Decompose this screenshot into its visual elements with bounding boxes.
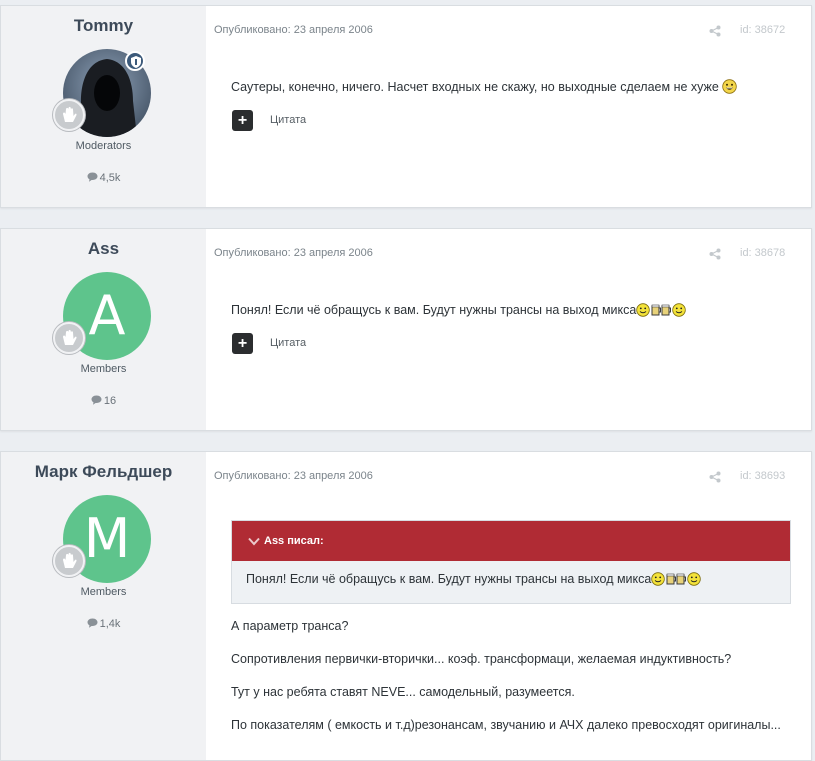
post-content: Саутеры, конечно, ничего. Насчет входных… <box>231 78 789 96</box>
post-date[interactable]: Опубликовано: 23 апреля 2006 <box>214 470 373 482</box>
plus-icon[interactable]: + <box>232 333 253 354</box>
beer-mugs-icon <box>651 304 672 316</box>
smiley-icon <box>722 79 738 94</box>
smiley-icon <box>651 572 666 586</box>
group-name: Moderators <box>75 140 132 152</box>
post-paragraph: Тут у нас ребята ставят NEVE... самодель… <box>231 685 575 699</box>
group-name: Members <box>80 363 127 375</box>
post-id[interactable]: id: 38678 <box>740 247 785 259</box>
post-card: Tommy Moderators 4,5k Опубликовано: 23 а… <box>0 5 812 208</box>
rank-badge-icon <box>53 545 85 577</box>
share-icon[interactable] <box>709 25 721 37</box>
post-content: А параметр транса? Сопротивления первичк… <box>231 618 789 750</box>
author-panel: Ass A Members 16 <box>1 229 206 430</box>
post-date[interactable]: Опубликовано: 23 апреля 2006 <box>214 247 373 259</box>
plus-icon[interactable]: + <box>232 110 253 131</box>
post-id[interactable]: id: 38672 <box>740 24 785 36</box>
post-text: Понял! Если чё обращусь к вам. Будут нуж… <box>231 303 637 317</box>
moderator-shield-icon <box>125 51 145 71</box>
rank-badge-icon <box>53 99 85 131</box>
comment-icon <box>87 172 98 182</box>
author-name[interactable]: Ass <box>1 239 206 259</box>
author-panel: Марк Фельдшер M Members 1,4k <box>1 452 206 760</box>
post-id[interactable]: id: 38693 <box>740 470 785 482</box>
comment-icon <box>87 618 98 628</box>
post-text: Саутеры, конечно, ничего. Насчет входных… <box>231 80 719 94</box>
rank-badge-icon <box>53 322 85 354</box>
quote-text: Понял! Если чё обращусь к вам. Будут нуж… <box>246 572 652 586</box>
post-count: 16 <box>1 395 206 407</box>
author-name[interactable]: Tommy <box>1 16 206 36</box>
quote-block: Ass писал: Понял! Если чё обращусь к вам… <box>231 520 791 604</box>
quote-body: Понял! Если чё обращусь к вам. Будут нуж… <box>232 561 790 586</box>
post-count-value: 1,4k <box>99 618 121 630</box>
quote-button[interactable]: Цитата <box>270 337 306 349</box>
post-content: Понял! Если чё обращусь к вам. Будут нуж… <box>231 301 789 319</box>
post-date[interactable]: Опубликовано: 23 апреля 2006 <box>214 24 373 36</box>
smiley-icon <box>636 303 651 317</box>
post-paragraph: Сопротивления первички-вторички... коэф.… <box>231 652 732 666</box>
smiley-icon <box>687 572 702 586</box>
post-paragraph: По показателям ( емкость и т.д)резонанса… <box>231 718 781 732</box>
author-panel: Tommy Moderators 4,5k <box>1 6 206 207</box>
post-card: Ass A Members 16 Опубликовано: 23 апреля… <box>0 228 812 431</box>
quote-button[interactable]: Цитата <box>270 114 306 126</box>
share-icon[interactable] <box>709 248 721 260</box>
post-count-value: 16 <box>103 395 117 407</box>
post-paragraph: А параметр транса? <box>231 619 349 633</box>
quote-header[interactable]: Ass писал: <box>232 521 790 561</box>
post-count: 1,4k <box>1 618 206 630</box>
group-name: Members <box>80 586 127 598</box>
post-count: 4,5k <box>1 172 206 184</box>
post-card: Марк Фельдшер M Members 1,4k Опубликован… <box>0 451 812 761</box>
beer-mugs-icon <box>666 573 687 585</box>
quote-author: Ass писал: <box>264 535 324 547</box>
author-name[interactable]: Марк Фельдшер <box>1 462 206 482</box>
comment-icon <box>91 395 102 405</box>
chevron-down-icon[interactable] <box>248 537 260 546</box>
post-count-value: 4,5k <box>99 172 121 184</box>
share-icon[interactable] <box>709 471 721 483</box>
smiley-icon <box>672 303 687 317</box>
